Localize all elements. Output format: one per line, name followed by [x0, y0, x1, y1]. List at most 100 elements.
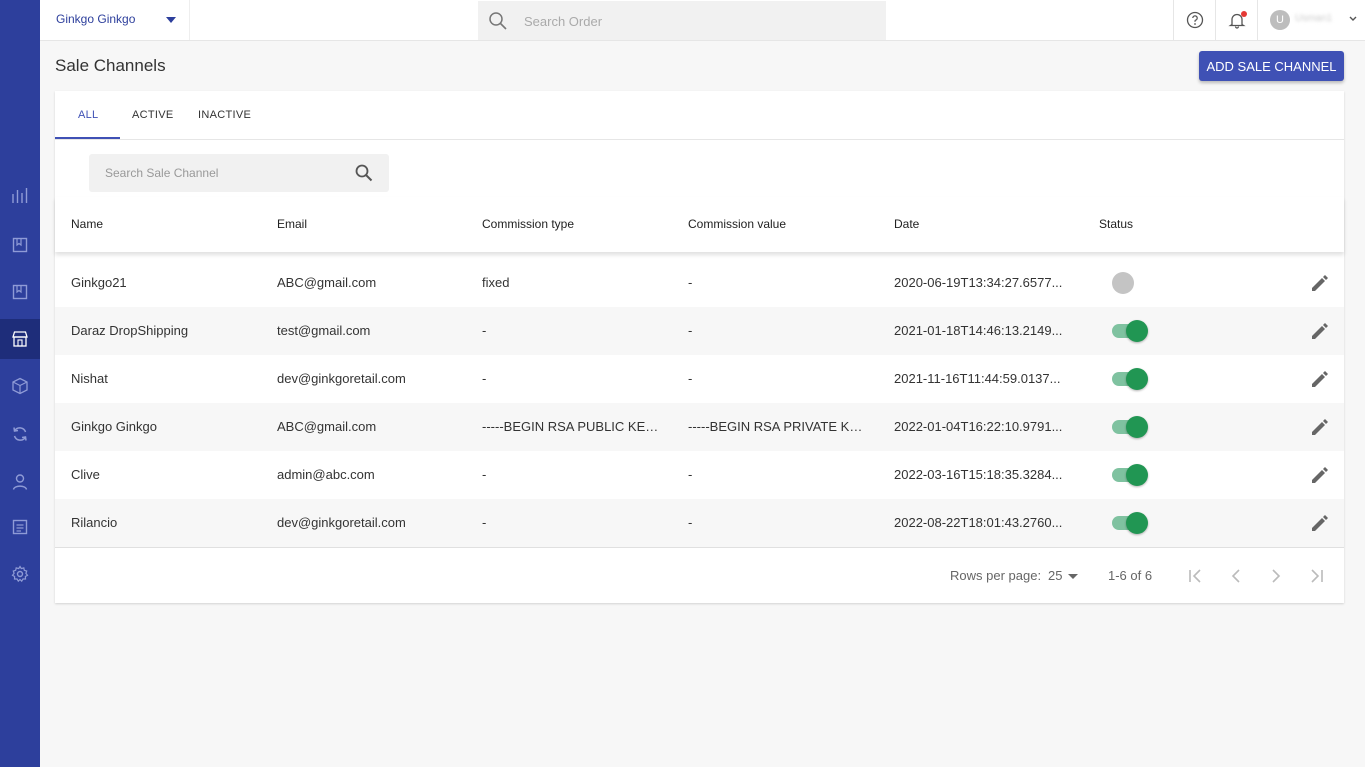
- cell-commission-value: -: [688, 323, 693, 338]
- tab-bar: ALL ACTIVE INACTIVE: [55, 91, 1344, 140]
- status-toggle[interactable]: [1110, 416, 1148, 438]
- help-icon: [1186, 11, 1204, 29]
- status-toggle[interactable]: [1110, 512, 1148, 534]
- caret-down-icon[interactable]: [1068, 574, 1078, 579]
- cell-commission-value: -: [688, 371, 693, 386]
- sidebar: [0, 0, 40, 767]
- notification-badge: [1241, 11, 1247, 17]
- cell-date: 2021-01-18T14:46:13.2149...: [894, 323, 1063, 338]
- edit-icon[interactable]: [1309, 512, 1331, 534]
- cell-commission-type: -: [482, 323, 487, 338]
- cell-commission-type: -: [482, 515, 487, 530]
- cell-commission-value: -: [688, 515, 693, 530]
- cell-name: Nishat: [71, 371, 108, 386]
- avatar: U: [1270, 10, 1290, 30]
- pagination-footer: Rows per page: 25 1-6 of 6: [55, 547, 1344, 603]
- sale-channel-search-box: [89, 154, 389, 192]
- cell-commission-type: -: [482, 467, 487, 482]
- column-header-date[interactable]: Date: [894, 217, 919, 231]
- book-icon[interactable]: [8, 233, 32, 257]
- bar-chart-icon[interactable]: [8, 183, 32, 207]
- cell-date: 2020-06-19T13:34:27.6577...: [894, 275, 1063, 290]
- store-selector-label: Ginkgo Ginkgo: [56, 12, 136, 26]
- help-button[interactable]: [1173, 0, 1215, 40]
- column-header-commission-value[interactable]: Commission value: [688, 217, 786, 231]
- user-icon[interactable]: [8, 470, 32, 494]
- tab-active[interactable]: ACTIVE: [132, 109, 174, 121]
- cell-email: dev@ginkgoretail.com: [277, 371, 406, 386]
- edit-icon[interactable]: [1309, 416, 1331, 438]
- table-row[interactable]: Ginkgo21 ABC@gmail.com fixed - 2020-06-1…: [55, 259, 1344, 307]
- rows-per-page-select[interactable]: 25: [1048, 568, 1062, 583]
- store-selector[interactable]: Ginkgo Ginkgo: [40, 0, 190, 40]
- caret-down-icon: [166, 17, 176, 23]
- table-header: Name Email Commission type Commission va…: [55, 197, 1344, 252]
- column-header-status[interactable]: Status: [1099, 217, 1133, 231]
- cell-email: admin@abc.com: [277, 467, 375, 482]
- sale-channel-search-input[interactable]: [105, 164, 345, 182]
- edit-icon[interactable]: [1309, 368, 1331, 390]
- table-row[interactable]: Ginkgo Ginkgo ABC@gmail.com -----BEGIN R…: [55, 403, 1344, 451]
- gear-icon[interactable]: [8, 562, 32, 586]
- table-row[interactable]: Clive admin@abc.com - - 2022-03-16T15:18…: [55, 451, 1344, 499]
- cell-name: Ginkgo21: [71, 275, 127, 290]
- column-header-name[interactable]: Name: [71, 217, 103, 231]
- cell-commission-value: -: [688, 467, 693, 482]
- cell-date: 2022-01-04T16:22:10.9791...: [894, 419, 1063, 434]
- column-header-commission-type[interactable]: Commission type: [482, 217, 574, 231]
- status-toggle[interactable]: [1110, 320, 1148, 342]
- tab-all[interactable]: ALL: [78, 109, 98, 121]
- table-row[interactable]: Daraz DropShipping test@gmail.com - - 20…: [55, 307, 1344, 355]
- cell-commission-type: fixed: [482, 275, 510, 290]
- cell-commission-value: -: [688, 275, 693, 290]
- column-header-email[interactable]: Email: [277, 217, 307, 231]
- next-page-icon[interactable]: [1264, 564, 1288, 588]
- cell-email: ABC@gmail.com: [277, 419, 377, 434]
- box-icon[interactable]: [8, 374, 32, 398]
- sync-icon[interactable]: [8, 422, 32, 446]
- cell-commission-type: -----BEGIN RSA PUBLIC KEY...: [482, 419, 662, 434]
- page-range: 1-6 of 6: [1108, 568, 1153, 583]
- search-icon: [488, 11, 508, 36]
- cell-email: ABC@gmail.com: [277, 275, 377, 290]
- search-icon[interactable]: [354, 163, 374, 188]
- notifications-button[interactable]: [1215, 0, 1257, 40]
- cell-name: Rilancio: [71, 515, 118, 530]
- cell-date: 2021-11-16T11:44:59.0137...: [894, 371, 1061, 386]
- table-row[interactable]: Rilancio dev@ginkgoretail.com - - 2022-0…: [55, 499, 1344, 547]
- edit-icon[interactable]: [1309, 464, 1331, 486]
- top-bar: Ginkgo Ginkgo U Usman1: [40, 0, 1365, 41]
- cell-name: Daraz DropShipping: [71, 323, 189, 338]
- page-title: Sale Channels: [55, 56, 166, 75]
- previous-page-icon[interactable]: [1224, 564, 1248, 588]
- first-page-icon[interactable]: [1184, 564, 1208, 588]
- chevron-down-icon: [1349, 16, 1357, 21]
- report-icon[interactable]: [8, 515, 32, 539]
- cell-name: Clive: [71, 467, 100, 482]
- cell-date: 2022-03-16T15:18:35.3284...: [894, 467, 1063, 482]
- table-row[interactable]: Nishat dev@ginkgoretail.com - - 2021-11-…: [55, 355, 1344, 403]
- last-page-icon[interactable]: [1304, 564, 1328, 588]
- status-toggle[interactable]: [1110, 272, 1148, 294]
- status-toggle[interactable]: [1110, 368, 1148, 390]
- status-toggle[interactable]: [1110, 464, 1148, 486]
- edit-icon[interactable]: [1309, 320, 1331, 342]
- order-search-input[interactable]: [524, 11, 824, 31]
- cell-email: dev@ginkgoretail.com: [277, 515, 406, 530]
- user-name: Usman1: [1295, 13, 1333, 24]
- add-sale-channel-button[interactable]: ADD SALE CHANNEL: [1199, 51, 1344, 81]
- store-icon[interactable]: [0, 319, 40, 359]
- rows-per-page-label: Rows per page:: [950, 568, 1042, 583]
- bookmark-icon[interactable]: [8, 280, 32, 304]
- cell-name: Ginkgo Ginkgo: [71, 419, 157, 434]
- tab-inactive[interactable]: INACTIVE: [198, 109, 251, 121]
- active-tab-indicator: [55, 137, 120, 139]
- cell-commission-value: -----BEGIN RSA PRIVATE KE...: [688, 419, 868, 434]
- sale-channels-card: ALL ACTIVE INACTIVE Name Email Commissio…: [55, 91, 1344, 603]
- edit-icon[interactable]: [1309, 272, 1331, 294]
- cell-commission-type: -: [482, 371, 487, 386]
- cell-email: test@gmail.com: [277, 323, 371, 338]
- user-menu[interactable]: U Usman1: [1257, 0, 1365, 40]
- order-search-box: [478, 1, 886, 40]
- cell-date: 2022-08-22T18:01:43.2760...: [894, 515, 1063, 530]
